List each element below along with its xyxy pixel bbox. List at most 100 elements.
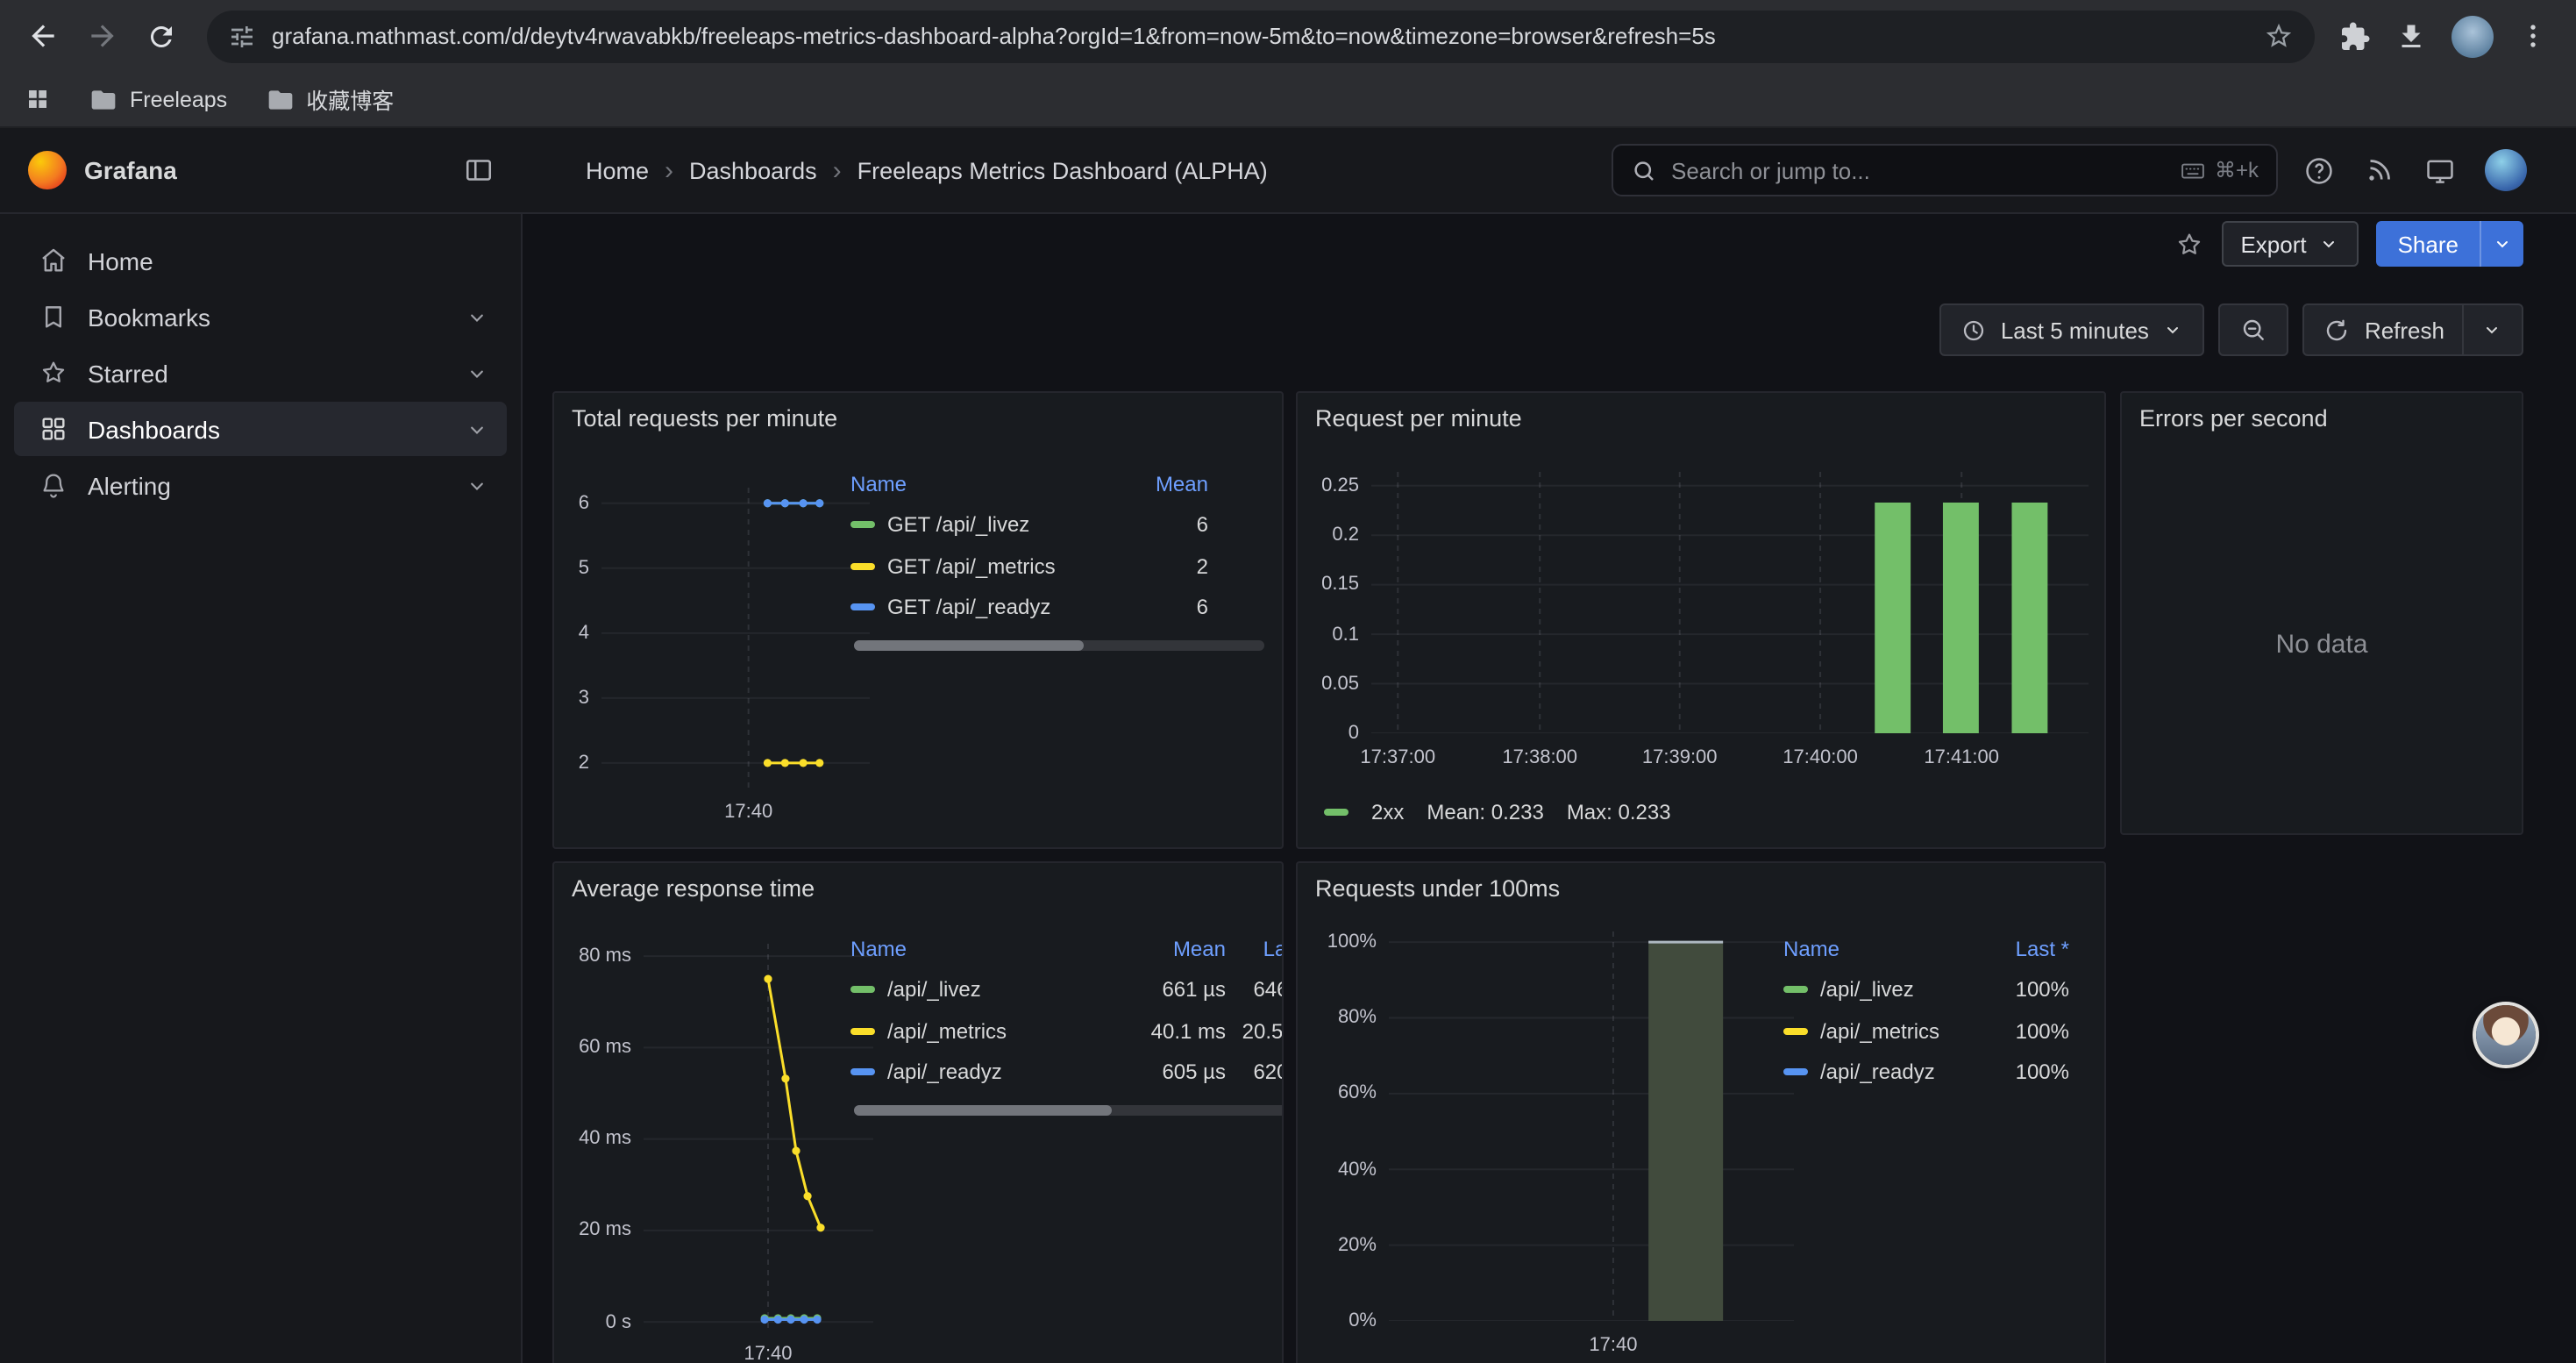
share-menu-button[interactable]: [2480, 221, 2523, 267]
legend-column-header[interactable]: Mean: [1110, 472, 1208, 496]
browser-window: grafana.mathmast.com/d/deytv4rwavabkb/fr…: [0, 0, 2576, 1363]
bookmark-folder-blogs[interactable]: 收藏博客: [266, 82, 394, 116]
y-axis-tick-label: 0%: [1298, 1310, 1377, 1331]
grafana-header: Grafana Home › Dashboards › Freeleaps Me…: [0, 128, 2576, 214]
sidebar-toggle-icon[interactable]: [463, 154, 495, 186]
breadcrumb-dashboards[interactable]: Dashboards: [689, 157, 817, 183]
y-axis-tick-label: 3: [554, 688, 589, 709]
legend-value: 6: [1110, 513, 1208, 538]
legend-horizontal-scrollbar[interactable]: [854, 1105, 1284, 1116]
bell-icon: [39, 470, 68, 500]
legend-horizontal-scrollbar[interactable]: [854, 640, 1264, 651]
legend-series-name[interactable]: /api/_metrics: [1820, 1019, 1939, 1044]
arrow-left-icon: [25, 19, 59, 53]
legend-series-name[interactable]: /api/_livez: [1820, 978, 1914, 1003]
site-settings-icon[interactable]: [228, 22, 256, 50]
chevron-down-icon[interactable]: [465, 304, 489, 329]
bookmark-icon: [39, 302, 68, 332]
legend-series-name[interactable]: /api/_readyz: [887, 1060, 1002, 1085]
search-input[interactable]: Search or jump to... ⌘+k: [1612, 144, 2278, 196]
legend-row: /api/_metrics40.1 ms20.5 ms: [850, 1010, 1284, 1052]
url-text[interactable]: grafana.mathmast.com/d/deytv4rwavabkb/fr…: [272, 23, 2248, 49]
star-icon: [39, 358, 68, 388]
monitor-icon[interactable]: [2423, 153, 2457, 187]
zoom-out-button[interactable]: [2219, 303, 2289, 356]
legend-value: 646 µs: [1226, 978, 1284, 1003]
chevron-down-icon: [2492, 233, 2513, 254]
share-button[interactable]: Share: [2377, 221, 2480, 267]
rss-icon[interactable]: [2364, 154, 2395, 186]
x-axis-tick-label: 17:38:00: [1502, 747, 1577, 768]
bookmark-star-icon[interactable]: [2264, 21, 2294, 51]
scrollbar-thumb[interactable]: [854, 1105, 1111, 1116]
help-icon[interactable]: [2302, 153, 2336, 187]
legend-series-name[interactable]: 2xx: [1371, 800, 1404, 824]
legend-series-name[interactable]: GET /api/_readyz: [887, 596, 1050, 620]
y-axis-tick-label: 2: [554, 753, 589, 774]
legend-column-header[interactable]: Last *: [1226, 937, 1284, 961]
series-legend: 2xx Mean: 0.233 Max: 0.233: [1324, 800, 1671, 824]
legend-series-name[interactable]: /api/_readyz: [1820, 1060, 1935, 1085]
time-range-picker[interactable]: Last 5 minutes: [1939, 303, 2205, 356]
legend-value: 100%: [1964, 978, 2069, 1003]
chevron-down-icon[interactable]: [465, 417, 489, 441]
series-swatch: [1324, 809, 1348, 816]
browser-menu-icon[interactable]: [2518, 21, 2548, 51]
legend-column-header[interactable]: Last *: [1964, 937, 2069, 961]
legend-column-header[interactable]: Name: [850, 937, 907, 961]
legend-series-name[interactable]: GET /api/_metrics: [887, 554, 1056, 579]
legend-series-name[interactable]: /api/_livez: [887, 978, 981, 1003]
floating-assistant-avatar[interactable]: [2476, 1005, 2536, 1065]
zoom-out-icon: [2240, 316, 2268, 344]
grafana-header-left: Grafana: [0, 151, 523, 189]
y-axis-tick-label: 80 ms: [554, 946, 631, 967]
chevron-down-icon[interactable]: [465, 473, 489, 497]
apps-grid-icon[interactable]: [25, 86, 51, 112]
user-avatar[interactable]: [2485, 149, 2527, 191]
panel-title[interactable]: Request per minute: [1315, 405, 1522, 432]
favorite-star-button[interactable]: [2174, 229, 2203, 259]
legend-row: /api/_readyz605 µs620 µs: [850, 1052, 1284, 1093]
reload-button[interactable]: [133, 8, 189, 64]
extensions-icon[interactable]: [2339, 20, 2371, 52]
export-button[interactable]: Export: [2221, 221, 2359, 267]
address-bar[interactable]: grafana.mathmast.com/d/deytv4rwavabkb/fr…: [207, 10, 2315, 62]
back-button[interactable]: [14, 8, 70, 64]
legend-row: /api/_metrics100%: [1783, 1010, 2069, 1052]
search-shortcut: ⌘+k: [2180, 157, 2259, 183]
legend-column-header[interactable]: Name: [850, 472, 907, 496]
browser-profile-avatar[interactable]: [2451, 15, 2494, 57]
legend-series-name[interactable]: /api/_metrics: [887, 1019, 1007, 1044]
chevron-down-icon[interactable]: [465, 360, 489, 385]
scrollbar-thumb[interactable]: [854, 640, 1084, 651]
grafana-logo[interactable]: [28, 151, 67, 189]
forward-button[interactable]: [74, 8, 130, 64]
y-axis-tick-label: 0.15: [1298, 574, 1359, 596]
legend-value: 620 µs: [1226, 1060, 1284, 1085]
sidebar-item-alerting[interactable]: Alerting: [14, 458, 507, 512]
x-axis-tick-label: 17:41:00: [1924, 747, 1999, 768]
sidebar-item-bookmarks[interactable]: Bookmarks: [14, 289, 507, 344]
y-axis-tick-label: 80%: [1298, 1007, 1377, 1028]
browser-actions: [2332, 15, 2562, 57]
panel-title[interactable]: Errors per second: [2139, 405, 2328, 432]
panel-errors-per-second: Errors per second No data: [2120, 391, 2523, 835]
legend-row: GET /api/_readyz6: [850, 587, 1208, 628]
legend-series-name[interactable]: GET /api/_livez: [887, 513, 1029, 538]
legend-column-header[interactable]: Mean: [1124, 937, 1226, 961]
series-swatch: [850, 563, 875, 570]
sidebar-item-home[interactable]: Home: [14, 233, 507, 288]
panel-total-requests-per-minute: Total requests per minute Name Mean GET /a…: [552, 391, 1284, 849]
panel-title[interactable]: Requests under 100ms: [1315, 875, 1560, 902]
chevron-down-icon[interactable]: [2481, 319, 2502, 340]
panel-title[interactable]: Total requests per minute: [572, 405, 837, 432]
breadcrumb-home[interactable]: Home: [586, 157, 649, 183]
sidebar-item-dashboards[interactable]: Dashboards: [14, 402, 507, 456]
bookmark-folder-freeleaps[interactable]: Freeleaps: [89, 85, 227, 113]
refresh-button[interactable]: Refresh: [2303, 303, 2523, 356]
sidebar-item-starred[interactable]: Starred: [14, 346, 507, 400]
panel-title[interactable]: Average response time: [572, 875, 815, 902]
downloads-icon[interactable]: [2395, 20, 2427, 52]
series-swatch: [850, 1069, 875, 1076]
legend-column-header[interactable]: Name: [1783, 937, 1839, 961]
